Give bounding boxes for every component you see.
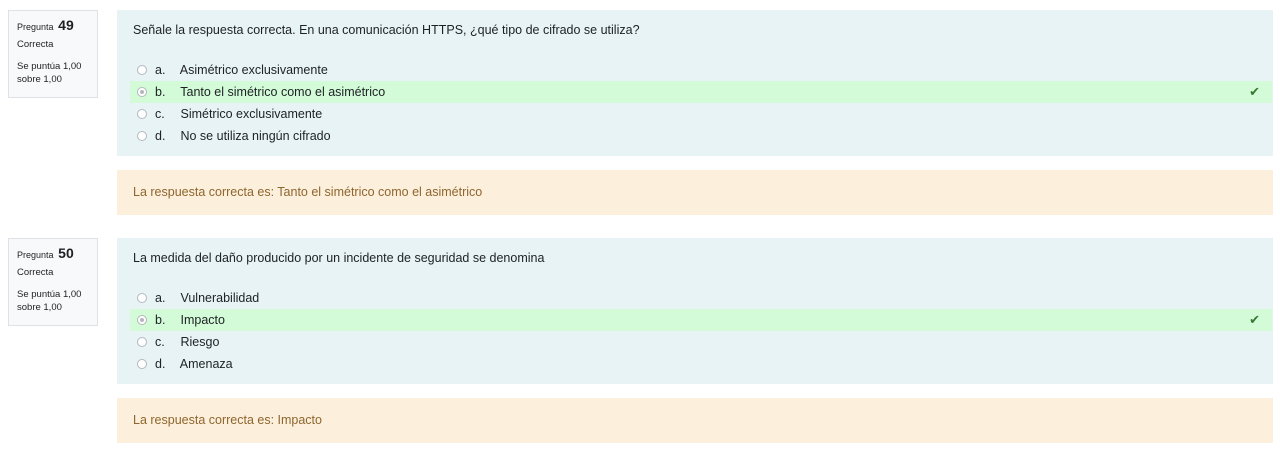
quiz-review-page: Pregunta 49 Correcta Se puntúa 1,00 sobr… — [0, 0, 1280, 459]
question-state: Correcta — [17, 267, 54, 278]
answer-option-c[interactable]: c. Simétrico exclusivamente — [130, 103, 1272, 125]
answer-text: No se utiliza ningún cifrado — [180, 129, 331, 143]
answer-letter: d. — [155, 129, 166, 143]
answer-letter: c. — [155, 107, 165, 121]
check-icon: ✔ — [1249, 312, 1260, 327]
answer-letter: d. — [155, 357, 166, 371]
answer-option-d[interactable]: d. No se utiliza ningún cifrado — [130, 125, 1272, 147]
answer-option-c[interactable]: c. Riesgo — [130, 331, 1272, 353]
question-text: La medida del daño producido por un inci… — [133, 251, 545, 265]
answer-text: Tanto el simétrico como el asimétrico — [180, 85, 386, 99]
question-number-line: Pregunta 50 — [17, 244, 89, 262]
radio-button[interactable] — [137, 109, 147, 119]
question-grade: Se puntúa 1,00 sobre 1,00 — [17, 61, 82, 85]
answer-text: Impacto — [180, 313, 225, 327]
answer-list: a. Asimétrico exclusivamente b. Tanto el… — [130, 59, 1272, 147]
question-label: Pregunta — [17, 22, 54, 32]
radio-button-selected[interactable] — [137, 315, 147, 325]
answer-letter: c. — [155, 335, 165, 349]
question-number: 50 — [58, 245, 74, 261]
question-formulation: La medida del daño producido por un inci… — [117, 238, 1273, 384]
radio-button[interactable] — [137, 131, 147, 141]
question-info: Pregunta 49 Correcta Se puntúa 1,00 sobr… — [8, 10, 98, 98]
answer-text: Riesgo — [180, 335, 220, 349]
answer-option-b[interactable]: b. Impacto ✔ — [130, 309, 1272, 331]
radio-button[interactable] — [137, 337, 147, 347]
question-grade: Se puntúa 1,00 sobre 1,00 — [17, 289, 82, 313]
radio-button-selected[interactable] — [137, 87, 147, 97]
radio-button[interactable] — [137, 65, 147, 75]
check-icon: ✔ — [1249, 84, 1260, 99]
question-49: Pregunta 49 Correcta Se puntúa 1,00 sobr… — [0, 10, 1280, 230]
question-number: 49 — [58, 17, 74, 33]
correct-answer-feedback: La respuesta correcta es: Impacto — [117, 398, 1273, 443]
answer-letter: a. — [155, 291, 166, 305]
answer-text: Vulnerabilidad — [180, 291, 260, 305]
radio-button[interactable] — [137, 293, 147, 303]
question-formulation: Señale la respuesta correcta. En una com… — [117, 10, 1273, 156]
question-50: Pregunta 50 Correcta Se puntúa 1,00 sobr… — [0, 238, 1280, 458]
question-label: Pregunta — [17, 250, 54, 260]
answer-option-a[interactable]: a. Vulnerabilidad — [130, 287, 1272, 309]
radio-button[interactable] — [137, 359, 147, 369]
answer-text: Amenaza — [179, 357, 233, 371]
answer-letter: b. — [155, 313, 166, 327]
question-number-line: Pregunta 49 — [17, 16, 89, 34]
correct-answer-feedback: La respuesta correcta es: Tanto el simét… — [117, 170, 1273, 215]
answer-letter: b. — [155, 85, 166, 99]
answer-text: Asimétrico exclusivamente — [179, 63, 328, 77]
answer-option-b[interactable]: b. Tanto el simétrico como el asimétrico… — [130, 81, 1272, 103]
question-text: Señale la respuesta correcta. En una com… — [133, 23, 640, 37]
answer-option-d[interactable]: d. Amenaza — [130, 353, 1272, 375]
question-info: Pregunta 50 Correcta Se puntúa 1,00 sobr… — [8, 238, 98, 326]
answer-text: Simétrico exclusivamente — [180, 107, 323, 121]
answer-letter: a. — [155, 63, 166, 77]
answer-option-a[interactable]: a. Asimétrico exclusivamente — [130, 59, 1272, 81]
question-state: Correcta — [17, 39, 54, 50]
answer-list: a. Vulnerabilidad b. Impacto ✔ c. Riesgo… — [130, 287, 1272, 375]
